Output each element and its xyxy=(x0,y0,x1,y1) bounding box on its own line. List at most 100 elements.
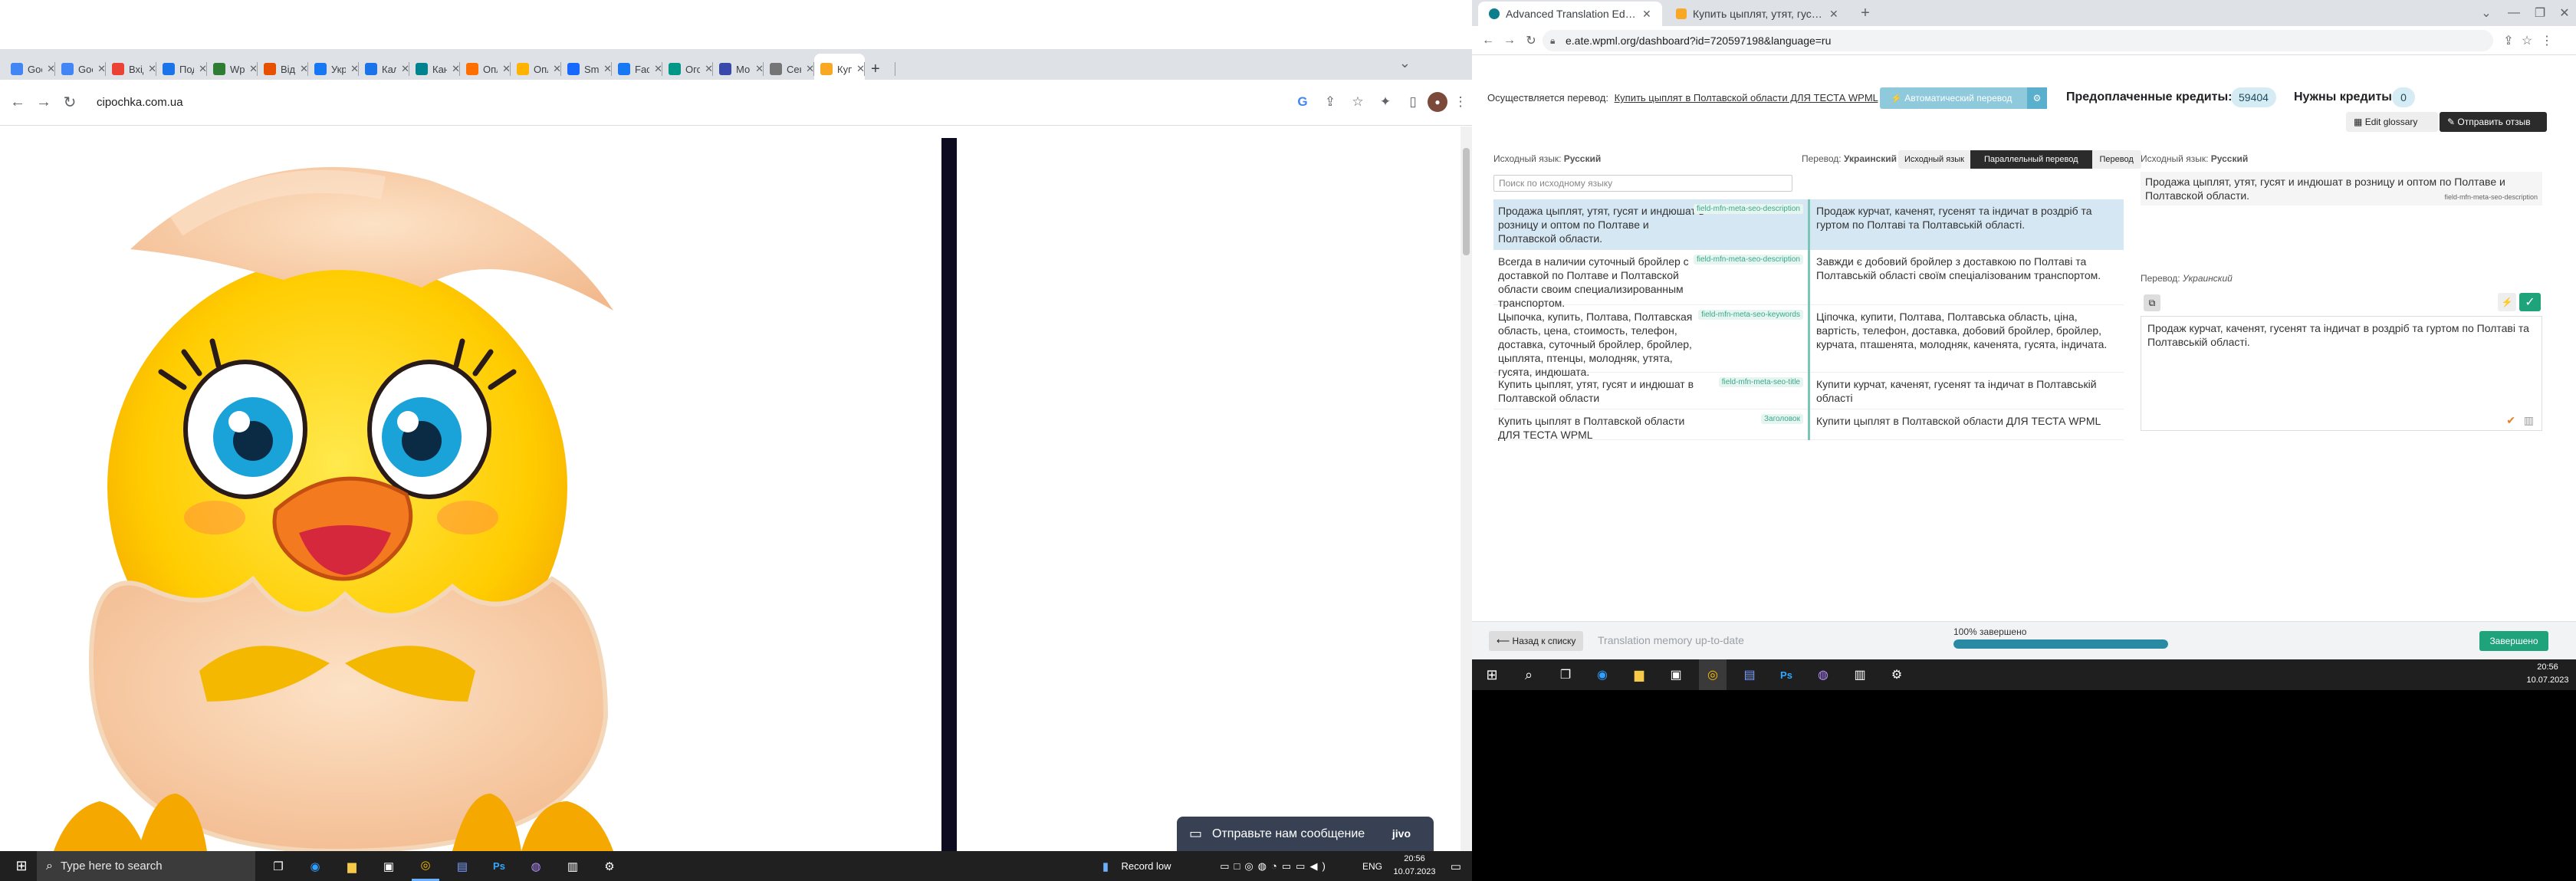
segment-row[interactable]: Продажа цыплят, утят, гусят и индюшат в … xyxy=(1493,199,2124,250)
spellcheck-icon[interactable]: ✔ xyxy=(2506,413,2515,427)
edge-icon[interactable]: ◉ xyxy=(1589,659,1616,690)
minimize-icon[interactable]: — xyxy=(2504,3,2524,23)
clock[interactable]: 20:56 10.07.2023 xyxy=(1388,853,1441,880)
auto-translate-button[interactable]: ⚡ Автоматический перевод ⚙ xyxy=(1880,87,2047,109)
forward-icon[interactable]: → xyxy=(32,90,55,113)
finish-button[interactable]: Завершено xyxy=(2479,631,2548,651)
scrollbar-thumb[interactable] xyxy=(1463,148,1470,255)
source-search-input[interactable]: Поиск по исходному языку xyxy=(1493,175,1792,192)
app-icon[interactable]: ▤ xyxy=(449,851,476,881)
edge-icon[interactable]: ◉ xyxy=(301,851,329,881)
segment-row[interactable]: Цыпочка, купить, Полтава, Полтавская обл… xyxy=(1493,305,2124,378)
back-icon[interactable]: ← xyxy=(6,90,29,113)
segment-translation[interactable]: Купити курчат, каченят, гусенят та індич… xyxy=(1808,373,2124,409)
segment-translation[interactable]: Купити цыплят в Полтавской области ДЛЯ Т… xyxy=(1808,409,2124,440)
send-feedback-button[interactable]: ✎ Отправить отзыв xyxy=(2440,112,2547,132)
segment-translation[interactable]: Продаж курчат, каченят, гусенят та індич… xyxy=(1808,199,2124,250)
close-tab-icon[interactable]: ✕ xyxy=(350,63,359,75)
maximize-icon[interactable]: ❐ xyxy=(2530,3,2550,23)
close-tab-icon[interactable]: ✕ xyxy=(97,63,106,75)
view-tab-translation[interactable]: Перевод xyxy=(2091,150,2141,169)
reload-icon[interactable]: ↻ xyxy=(58,90,81,113)
edit-glossary-button[interactable]: ▦ Edit glossary xyxy=(2346,112,2438,132)
bookmark-star-icon[interactable]: ☆ xyxy=(2518,31,2536,51)
close-tab-icon[interactable]: ✕ xyxy=(199,63,207,75)
photoshop-icon[interactable]: Ps xyxy=(485,851,513,881)
close-tab-icon[interactable]: ✕ xyxy=(755,63,764,75)
task-view-icon[interactable]: ❐ xyxy=(264,851,292,881)
segment-translation[interactable]: Завжди є добовий бройлер з доставкою по … xyxy=(1808,250,2124,305)
taskbar-search-box[interactable]: ⌕ Type here to search xyxy=(37,851,255,881)
viber-icon[interactable]: ◍ xyxy=(1809,659,1837,690)
close-tab-icon[interactable]: ✕ xyxy=(249,63,258,75)
translation-textarea[interactable]: Продаж курчат, каченят, гусенят та індич… xyxy=(2141,316,2542,431)
close-window-icon[interactable]: ✕ xyxy=(2555,3,2574,23)
new-tab-icon[interactable]: + xyxy=(1855,3,1875,23)
forward-icon[interactable]: → xyxy=(1500,31,1520,51)
view-tab-parallel[interactable]: Параллельный перевод xyxy=(1970,150,2092,169)
close-tab-icon[interactable]: ✕ xyxy=(856,63,865,75)
close-tab-icon[interactable]: ✕ xyxy=(47,63,55,75)
photoshop-icon[interactable]: Ps xyxy=(1773,659,1800,690)
windows-start-icon[interactable]: ⊞ xyxy=(6,851,37,881)
windows-start-icon[interactable]: ⊞ xyxy=(1478,659,1506,690)
close-tab-icon[interactable]: ✕ xyxy=(1642,8,1651,21)
close-tab-icon[interactable]: ✕ xyxy=(806,63,814,75)
close-tab-icon[interactable]: ✕ xyxy=(705,63,713,75)
confirm-check-icon[interactable]: ✓ xyxy=(2519,293,2541,311)
settings-gear-icon[interactable]: ⚙ xyxy=(1883,659,1911,690)
tab-search-icon[interactable]: ⌄ xyxy=(1399,55,1411,71)
translating-link[interactable]: Купить цыплят в Полтавской области ДЛЯ Т… xyxy=(1615,92,1878,104)
segment-row[interactable]: Купить цыплят, утят, гусят и индюшат в П… xyxy=(1493,373,2124,409)
close-tab-icon[interactable]: ✕ xyxy=(553,63,561,75)
file-explorer-icon[interactable]: ▆ xyxy=(338,851,366,881)
notifications-icon[interactable]: ▭ xyxy=(1444,851,1467,881)
app-window-icon[interactable]: ▥ xyxy=(1846,659,1874,690)
tray-icons[interactable]: ▭□◎◍◔▭▭◀) xyxy=(1187,851,1363,881)
chrome-icon[interactable]: ◎ xyxy=(412,851,439,881)
close-tab-icon[interactable]: ✕ xyxy=(300,63,308,75)
close-tab-icon[interactable]: ✕ xyxy=(401,63,409,75)
right-url-field[interactable]: 🔒︎ e.ate.wpml.org/dashboard?id=720597198… xyxy=(1543,30,2493,51)
reload-icon[interactable]: ↻ xyxy=(1521,31,1541,51)
copy-source-icon[interactable]: ⧉ xyxy=(2144,294,2160,311)
search-icon[interactable]: ⌕ xyxy=(1515,659,1543,690)
menu-kebab-icon[interactable]: ⋮ xyxy=(2538,31,2556,51)
task-view-icon[interactable]: ❐ xyxy=(1552,659,1579,690)
segment-row[interactable]: Купить цыплят в Полтавской области ДЛЯ Т… xyxy=(1493,409,2124,441)
menu-kebab-icon[interactable]: ⋮ xyxy=(1451,92,1470,112)
trash-icon[interactable]: ▥ xyxy=(2524,413,2534,427)
chrome-icon[interactable]: ◎ xyxy=(1699,659,1727,690)
close-tab-icon[interactable]: ✕ xyxy=(603,63,612,75)
settings-gear-icon[interactable]: ⚙ xyxy=(596,851,623,881)
tab-cipochka[interactable]: Купить цыплят, утят, гусят и ин ✕ xyxy=(1665,2,1849,26)
tab-ate[interactable]: Advanced Translation Editor - W ✕ xyxy=(1478,2,1662,26)
clock[interactable]: 20:56 10.07.2023 xyxy=(2522,661,2573,689)
close-tab-icon[interactable]: ✕ xyxy=(452,63,460,75)
close-tab-icon[interactable]: ✕ xyxy=(148,63,156,75)
bookmark-star-icon[interactable]: ☆ xyxy=(1348,92,1368,112)
jivo-chat-widget[interactable]: ▭ Отправьте нам сообщение jivo xyxy=(1177,817,1434,851)
machine-translate-icon[interactable]: ⚡ xyxy=(2498,293,2516,311)
view-tab-source[interactable]: Исходный язык xyxy=(1898,150,1970,169)
close-tab-icon[interactable]: ✕ xyxy=(654,63,662,75)
file-explorer-icon[interactable]: ▆ xyxy=(1625,659,1653,690)
store-icon[interactable]: ▣ xyxy=(375,851,402,881)
language-indicator[interactable]: ENG xyxy=(1357,851,1388,881)
store-icon[interactable]: ▣ xyxy=(1662,659,1690,690)
back-to-list-button[interactable]: ⟵ Назад к списку xyxy=(1489,631,1584,651)
google-lens-icon[interactable]: G xyxy=(1293,92,1313,112)
side-panel-icon[interactable]: ▯ xyxy=(1403,92,1423,112)
viber-icon[interactable]: ◍ xyxy=(522,851,550,881)
segment-row[interactable]: Всегда в наличии суточный бройлер с дост… xyxy=(1493,250,2124,309)
tab-search-icon[interactable]: ⌄ xyxy=(2476,3,2496,23)
profile-avatar[interactable]: ● xyxy=(1428,92,1447,112)
close-tab-icon[interactable]: ✕ xyxy=(1829,8,1838,21)
share-icon[interactable]: ⇪ xyxy=(1320,92,1340,112)
app-window-icon[interactable]: ▥ xyxy=(559,851,586,881)
close-tab-icon[interactable]: ✕ xyxy=(502,63,511,75)
auto-translate-settings-icon[interactable]: ⚙ xyxy=(2027,87,2047,109)
extensions-icon[interactable]: ✦ xyxy=(1375,92,1395,112)
segment-translation[interactable]: Ціпочка, купити, Полтава, Полтавська обл… xyxy=(1808,305,2124,373)
left-page-scrollbar[interactable] xyxy=(1460,127,1472,851)
